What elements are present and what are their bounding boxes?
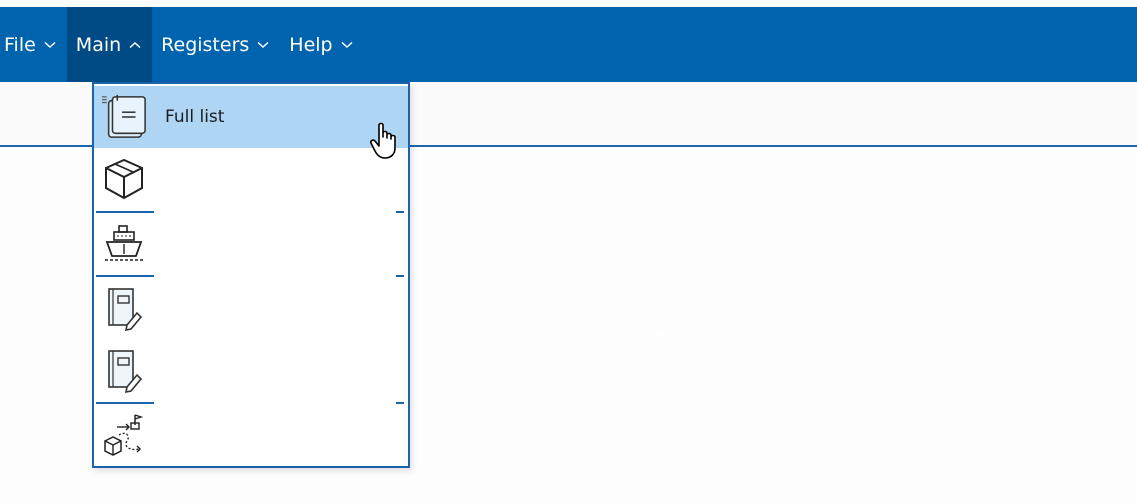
package-box-icon [100, 155, 148, 203]
menubar: File Main Registers Help [0, 7, 1137, 82]
route-package-flag-icon [100, 410, 148, 458]
chevron-down-icon [339, 37, 355, 53]
document-list-icon [100, 93, 148, 141]
menu-help-label: Help [289, 33, 333, 56]
menu-file[interactable]: File [0, 7, 67, 82]
menu-item-full-list[interactable]: Full list [94, 86, 408, 148]
chevron-down-icon [42, 37, 58, 53]
menu-registers[interactable]: Registers [152, 7, 280, 82]
document-edit-icon [100, 284, 148, 332]
canvas-dot [658, 332, 664, 338]
menu-file-label: File [4, 33, 36, 56]
main-dropdown-menu: Full list [92, 82, 410, 468]
chevron-up-icon [127, 37, 143, 53]
menu-item-route[interactable] [94, 404, 408, 466]
menu-main[interactable]: Main [66, 7, 153, 82]
ship-icon [100, 219, 148, 267]
chevron-down-icon [255, 37, 271, 53]
menu-help[interactable]: Help [280, 7, 363, 82]
menu-item-document-edit[interactable] [94, 277, 408, 339]
hand-cursor-icon [368, 121, 402, 161]
menu-registers-label: Registers [161, 33, 250, 56]
menu-main-label: Main [75, 33, 122, 56]
menu-item-document-edit[interactable] [94, 339, 408, 401]
menu-item-package[interactable] [94, 148, 408, 210]
menu-item-label: Full list [165, 107, 225, 127]
menu-item-ship[interactable] [94, 213, 408, 275]
document-edit-icon [100, 346, 148, 394]
